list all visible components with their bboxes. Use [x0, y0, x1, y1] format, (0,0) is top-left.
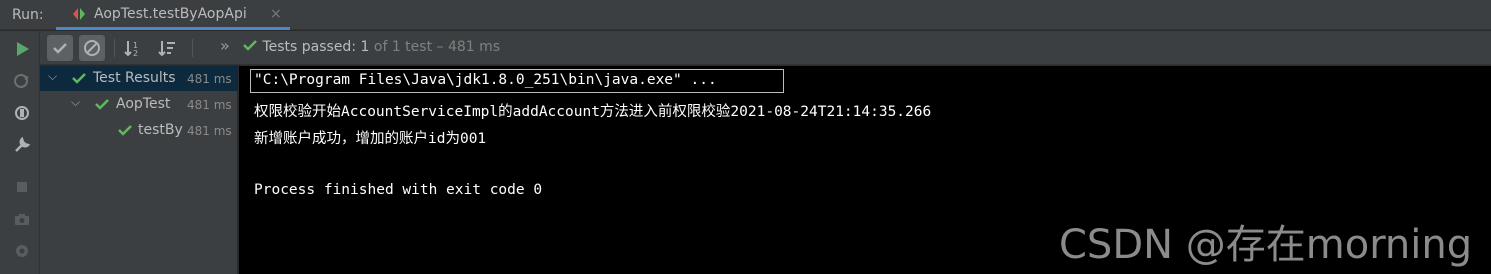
passed-check-icon [118, 125, 132, 136]
toolbar-separator [114, 39, 115, 57]
stop-icon[interactable] [12, 177, 32, 197]
chevron-down-icon[interactable]: ⌵ [48, 69, 57, 84]
console-output[interactable]: "C:\Program Files\Java\jdk1.8.0_251\bin\… [239, 66, 1491, 274]
tree-item-aoptest[interactable]: ⌵ AopTest 481 ms [40, 92, 238, 117]
tree-item-label: Test Results [93, 70, 176, 86]
rerun-icon[interactable] [12, 39, 32, 59]
show-ignored-button[interactable] [79, 35, 105, 61]
console-line-command: "C:\Program Files\Java\jdk1.8.0_251\bin\… [254, 72, 717, 88]
test-toolbar: 1 2 » Tests passed: 1 of 1 test – 481 ms [40, 31, 1491, 65]
left-toolbar [0, 31, 40, 274]
toggle-auto-test-icon[interactable] [12, 103, 32, 123]
chevron-down-icon[interactable]: ⌵ [71, 95, 80, 110]
camera-icon[interactable] [12, 209, 32, 229]
tree-item-time: 481 ms [187, 98, 232, 112]
sort-alphabetically-button[interactable]: 1 2 [120, 35, 146, 61]
ignored-icon [84, 40, 100, 56]
tree-item-time: 481 ms [187, 124, 232, 138]
run-label: Run: [12, 7, 44, 23]
console-line-result: 新增账户成功，增加的账户id为001 [254, 131, 487, 147]
test-run-icon [73, 8, 85, 20]
test-results-tree: ⌵ Test Results 481 ms ⌵ AopTest 481 ms t… [40, 66, 238, 274]
tab-title: AopTest.testByAopApi [94, 6, 247, 22]
close-icon[interactable]: × [270, 6, 282, 22]
wrench-icon[interactable] [12, 135, 32, 155]
passed-check-icon [95, 99, 109, 110]
status-summary: of 1 test – 481 ms [369, 39, 501, 55]
sort-by-duration-button[interactable] [154, 35, 180, 61]
console-line-log: 权限校验开始AccountServiceImpl的addAccount方法进入前… [254, 104, 932, 120]
tree-item-time: 481 ms [187, 72, 232, 86]
check-icon [53, 43, 67, 54]
tree-item-test-results[interactable]: ⌵ Test Results 481 ms [40, 66, 238, 91]
tree-item-label: testBy [138, 122, 183, 138]
watermark: CSDN @存在morning [1059, 222, 1473, 268]
tree-item-label: AopTest [116, 96, 171, 112]
run-tab-bar: Run: AopTest.testByAopApi × [0, 0, 1491, 30]
rerun-failed-icon[interactable] [12, 71, 32, 91]
sort-duration-icon [158, 41, 175, 57]
passed-check-icon [72, 73, 86, 84]
svg-text:2: 2 [133, 49, 138, 58]
passed-check-icon [243, 40, 257, 51]
tree-item-testby[interactable]: testBy 481 ms [40, 118, 238, 143]
sort-alpha-icon: 1 2 [124, 41, 138, 58]
test-status: Tests passed: 1 of 1 test – 481 ms [242, 38, 500, 55]
show-passed-button[interactable] [47, 35, 73, 61]
console-line-exit: Process finished with exit code 0 [254, 182, 543, 198]
tab-aoptest[interactable]: AopTest.testByAopApi × [56, 0, 290, 30]
toolbar-separator [192, 39, 193, 57]
settings-gear-icon[interactable] [12, 241, 32, 261]
more-actions-chevron[interactable]: » [220, 36, 230, 55]
status-passed-label: Tests passed: [262, 39, 361, 55]
